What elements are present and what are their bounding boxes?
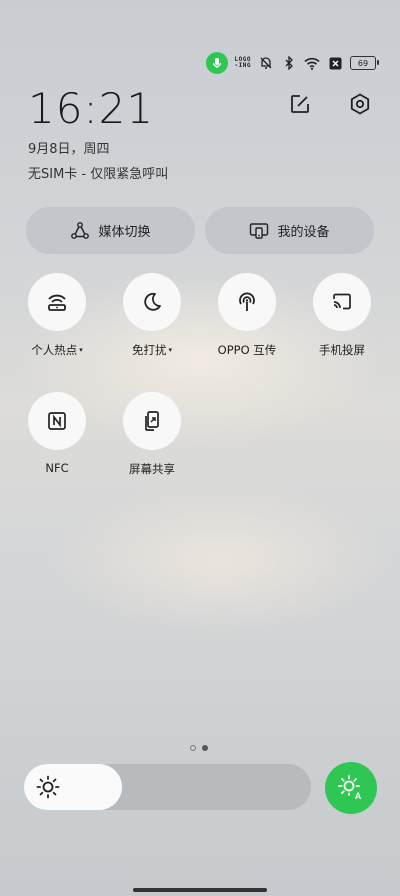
battery-icon: 69 bbox=[350, 56, 379, 70]
nfc-icon bbox=[48, 412, 66, 430]
status-bar: LOGO -ING 69 bbox=[205, 52, 379, 74]
battery-level: 69 bbox=[357, 58, 369, 68]
cast-icon bbox=[333, 293, 351, 310]
my-devices-icon bbox=[250, 222, 269, 239]
screen-share-label: 屏幕共享 bbox=[129, 462, 175, 476]
hotspot-button[interactable] bbox=[28, 273, 86, 331]
settings-icon bbox=[350, 93, 370, 115]
auto-brightness-button[interactable]: A bbox=[325, 762, 377, 814]
no-sim-icon bbox=[327, 55, 343, 71]
sim-status: 无SIM卡 - 仅限紧急呼叫 bbox=[28, 167, 169, 182]
clock: 16:21 bbox=[28, 84, 155, 133]
nfc-button[interactable] bbox=[28, 392, 86, 450]
nfc-label: NFC bbox=[45, 461, 69, 475]
page-indicator bbox=[190, 745, 208, 751]
svg-text:A: A bbox=[355, 791, 362, 801]
tile-nfc[interactable]: NFC bbox=[19, 392, 95, 475]
screen-share-icon bbox=[145, 411, 159, 431]
brightness-slider[interactable] bbox=[24, 764, 311, 810]
screen-cast-button[interactable] bbox=[313, 273, 371, 331]
tile-hotspot[interactable]: 个人热点 ▾ bbox=[19, 273, 95, 358]
share-icon bbox=[239, 292, 255, 311]
tile-oppo-share[interactable]: OPPO 互传 bbox=[209, 273, 285, 358]
my-devices-label: 我的设备 bbox=[277, 225, 330, 240]
screen-share-button[interactable] bbox=[123, 392, 181, 450]
wifi-icon bbox=[304, 55, 320, 71]
screen-cast-label: 手机投屏 bbox=[319, 343, 365, 357]
do-not-disturb-button[interactable] bbox=[123, 273, 181, 331]
brightness-icon bbox=[36, 775, 60, 799]
tile-screen-share[interactable]: 屏幕共享 bbox=[114, 392, 190, 477]
tile-screen-cast[interactable]: 手机投屏 bbox=[304, 273, 380, 358]
hotspot-menu-caret[interactable]: ▾ bbox=[79, 346, 83, 354]
page-dot-1[interactable] bbox=[190, 745, 196, 751]
oppo-share-label: OPPO 互传 bbox=[217, 343, 277, 357]
logo-text-bottom: -ING bbox=[234, 62, 251, 69]
mute-icon bbox=[258, 55, 274, 71]
date-text: 9月8日，周四 bbox=[28, 142, 110, 157]
moon-icon bbox=[144, 292, 161, 311]
media-switch-icon bbox=[71, 221, 90, 239]
tile-do-not-disturb[interactable]: 免打扰 ▾ bbox=[114, 273, 190, 358]
hotspot-label: 个人热点 bbox=[31, 343, 78, 357]
edit-icon bbox=[291, 95, 309, 113]
oppo-share-button[interactable] bbox=[218, 273, 276, 331]
bluetooth-icon bbox=[281, 55, 297, 71]
page-dot-2[interactable] bbox=[202, 745, 208, 751]
do-not-disturb-menu-caret[interactable]: ▾ bbox=[168, 346, 172, 354]
media-switch-label: 媒体切换 bbox=[98, 225, 151, 240]
settings-button[interactable] bbox=[348, 92, 372, 116]
edit-button[interactable] bbox=[288, 92, 312, 116]
home-indicator[interactable] bbox=[133, 888, 267, 892]
auto-brightness-icon: A bbox=[338, 775, 362, 801]
logo-icon: LOGO -ING bbox=[235, 57, 251, 69]
hotspot-icon bbox=[48, 294, 66, 311]
mic-icon bbox=[205, 52, 228, 74]
do-not-disturb-label: 免打扰 bbox=[131, 343, 167, 357]
my-devices-button[interactable]: 我的设备 bbox=[205, 207, 374, 254]
media-switch-button[interactable]: 媒体切换 bbox=[26, 207, 195, 254]
